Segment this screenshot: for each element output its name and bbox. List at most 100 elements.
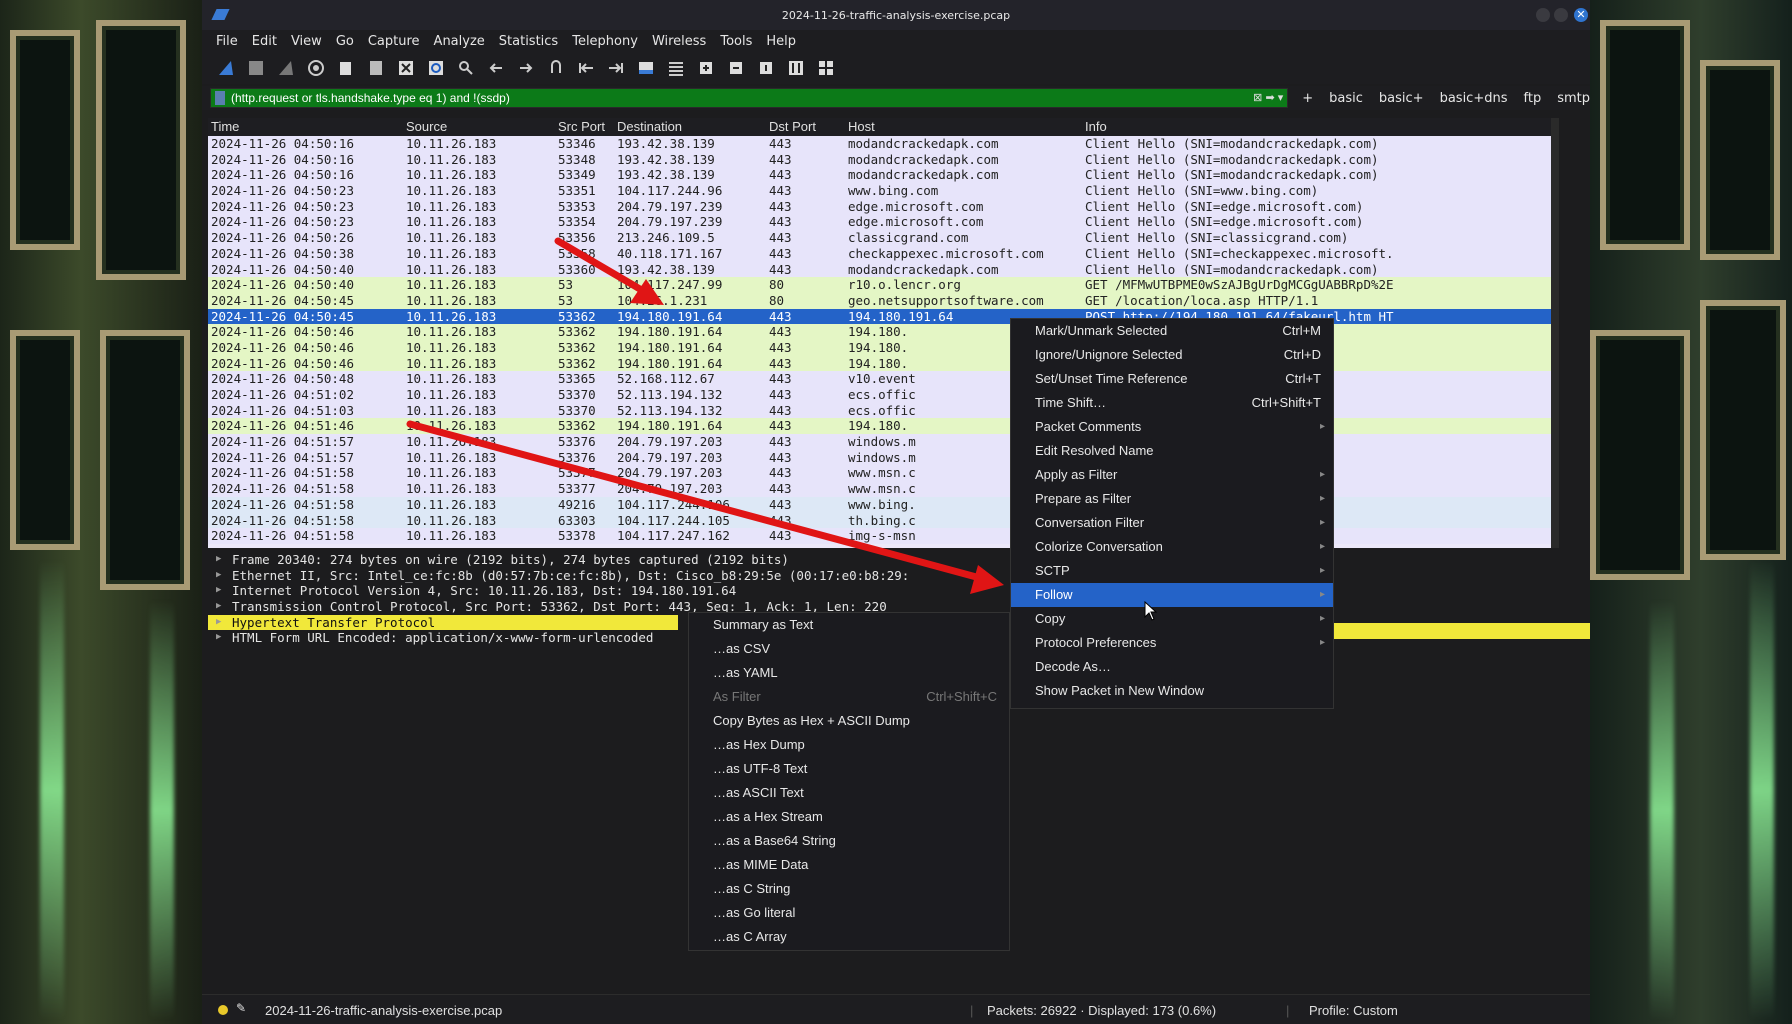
menu-item-ignore-unignore-selected[interactable]: Ignore/Unignore Selected Ctrl+D	[1011, 343, 1333, 367]
table-row[interactable]: 2024-11-26 04:51:02 10.11.26.183 53370 52.1…	[208, 387, 1551, 403]
menu-item-prepare-as-filter[interactable]: Prepare as Filter ▸	[1011, 487, 1333, 511]
menu-item-as-yaml[interactable]: …as YAML	[689, 661, 1009, 685]
menu-item-edit-resolved-name[interactable]: Edit Resolved Name	[1011, 439, 1333, 463]
menu-item-copy[interactable]: Copy ▸	[1011, 607, 1333, 631]
menu-item-packet-comments[interactable]: Packet Comments ▸	[1011, 415, 1333, 439]
filter-button-ftp[interactable]: ftp	[1524, 91, 1542, 106]
menu-item-apply-as-filter[interactable]: Apply as Filter ▸	[1011, 463, 1333, 487]
back-arrow-icon[interactable]	[484, 57, 508, 79]
menu-item-as-c-array[interactable]: …as C Array	[689, 925, 1009, 949]
find-icon[interactable]	[454, 57, 478, 79]
table-row[interactable]: 2024-11-26 04:51:57 10.11.26.183 53376 204.…	[208, 434, 1551, 450]
filter-button-basic[interactable]: basic	[1329, 91, 1363, 106]
minimize-button[interactable]	[1536, 8, 1550, 22]
menu-go[interactable]: Go	[330, 34, 362, 49]
table-row[interactable]: 2024-11-26 04:51:58 10.11.26.183 53378 104.…	[208, 528, 1551, 544]
menu-telephony[interactable]: Telephony	[566, 34, 646, 49]
colorize-icon[interactable]	[664, 57, 688, 79]
menu-wireless[interactable]: Wireless	[646, 34, 714, 49]
options-gear-icon[interactable]	[304, 57, 328, 79]
menu-item-as-hex-dump[interactable]: …as Hex Dump	[689, 733, 1009, 757]
table-row[interactable]: 2024-11-26 04:51:58 10.11.26.183 53377 204.…	[208, 481, 1551, 497]
detail-tree-item[interactable]: ▶ Ethernet II, Src: Intel_ce:fc:8b (d0:57…	[208, 568, 1588, 584]
column-time[interactable]: Time	[211, 119, 239, 134]
stop-icon[interactable]	[244, 57, 268, 79]
auto-scroll-icon[interactable]	[634, 57, 658, 79]
menu-item-follow[interactable]: Follow ▸	[1011, 583, 1333, 607]
column-dst-port[interactable]: Dst Port	[769, 119, 816, 134]
detail-tree-item[interactable]: ▶ Internet Protocol Version 4, Src: 10.11…	[208, 583, 1588, 599]
table-row[interactable]: 2024-11-26 04:50:23 10.11.26.183 53353 204.…	[208, 198, 1551, 215]
table-row[interactable]: 2024-11-26 04:50:23 10.11.26.183 53354 204.…	[208, 214, 1551, 231]
open-file-icon[interactable]	[334, 57, 358, 79]
menu-item-show-packet-in-new-window[interactable]: Show Packet in New Window	[1011, 679, 1333, 703]
table-row[interactable]: 2024-11-26 04:50:16 10.11.26.183 53346 193.…	[208, 136, 1551, 152]
packet-list-scrollbar[interactable]	[1551, 118, 1559, 548]
table-row[interactable]: 2024-11-26 04:50:26 10.11.26.183 53356 213.…	[208, 230, 1551, 246]
detail-tree-item[interactable]: ▶ Hypertext Transfer Protocol	[208, 614, 678, 631]
menu-item-sctp[interactable]: SCTP ▸	[1011, 559, 1333, 583]
filter-controls-icon[interactable]: ⊠ ➡ ▾	[1253, 91, 1283, 104]
table-row[interactable]: 2024-11-26 04:51:57 10.11.26.183 53376 204.…	[208, 449, 1551, 466]
bookmark-icon[interactable]	[215, 91, 225, 105]
column-source[interactable]: Source	[406, 119, 447, 134]
close-button[interactable]: ✕	[1574, 8, 1588, 22]
first-packet-icon[interactable]	[574, 57, 598, 79]
table-row[interactable]: 2024-11-26 04:50:46 10.11.26.183 53362 194.…	[208, 324, 1551, 340]
table-row[interactable]: 2024-11-26 04:50:40 10.11.26.183 53360 193.…	[208, 261, 1551, 278]
last-packet-icon[interactable]	[604, 57, 628, 79]
table-row[interactable]: 2024-11-26 04:50:16 10.11.26.183 53348 193.…	[208, 151, 1551, 168]
add-filter-button[interactable]: +	[1302, 91, 1313, 106]
expand-arrow-icon[interactable]: ▶	[216, 615, 221, 631]
menu-tools[interactable]: Tools	[714, 34, 760, 49]
table-row[interactable]: 2024-11-26 04:50:38 10.11.26.183 53358 40.1…	[208, 245, 1551, 262]
zoom-out-icon[interactable]	[724, 57, 748, 79]
menu-item-copy-bytes-as-hex-ascii-dump[interactable]: Copy Bytes as Hex + ASCII Dump	[689, 709, 1009, 733]
go-to-packet-icon[interactable]	[544, 57, 568, 79]
menu-file[interactable]: File	[210, 34, 246, 49]
table-row[interactable]: 2024-11-26 04:50:46 10.11.26.183 53362 194.…	[208, 339, 1551, 356]
column-destination[interactable]: Destination	[617, 119, 682, 134]
layout-icon[interactable]	[814, 57, 838, 79]
menu-capture[interactable]: Capture	[362, 34, 428, 49]
expand-arrow-icon[interactable]: ▶	[216, 568, 221, 584]
restart-icon[interactable]	[274, 57, 298, 79]
table-row[interactable]: 2024-11-26 04:51:58 10.11.26.183 53377 204.…	[208, 465, 1551, 482]
table-row-selected[interactable]: 2024-11-26 04:50:45 10.11.26.183 53362 194.…	[208, 308, 1551, 325]
close-file-icon[interactable]	[394, 57, 418, 79]
shark-fin-icon[interactable]	[214, 57, 238, 79]
expand-arrow-icon[interactable]: ▶	[216, 583, 221, 599]
menu-item-mark-unmark-selected[interactable]: Mark/Unmark Selected Ctrl+M	[1011, 319, 1333, 343]
table-row[interactable]: 2024-11-26 04:50:48 10.11.26.183 53365 52.1…	[208, 371, 1551, 387]
maximize-button[interactable]	[1554, 8, 1568, 22]
expand-arrow-icon[interactable]: ▶	[216, 599, 221, 615]
menu-item-as-go-literal[interactable]: …as Go literal	[689, 901, 1009, 925]
table-row[interactable]: 2024-11-26 04:50:40 10.11.26.183 53 104.117…	[208, 277, 1551, 293]
normal-size-icon[interactable]	[754, 57, 778, 79]
detail-tree-item[interactable]: ▶ Frame 20340: 274 bytes on wire (2192 bi…	[208, 552, 1588, 568]
menu-item-as-ascii-text[interactable]: …as ASCII Text	[689, 781, 1009, 805]
table-row[interactable]: 2024-11-26 04:51:03 10.11.26.183 53370 52.1…	[208, 402, 1551, 419]
forward-arrow-icon[interactable]	[514, 57, 538, 79]
menu-edit[interactable]: Edit	[246, 34, 285, 49]
column-host[interactable]: Host	[848, 119, 875, 134]
table-row[interactable]: 2024-11-26 04:50:16 10.11.26.183 53349 193.…	[208, 167, 1551, 184]
status-profile[interactable]: Profile: Custom	[1309, 1003, 1398, 1018]
menu-item-time-shift[interactable]: Time Shift… Ctrl+Shift+T	[1011, 391, 1333, 415]
menu-item-summary-as-text[interactable]: Summary as Text	[689, 613, 1009, 637]
expert-info-icon[interactable]	[218, 1005, 228, 1015]
table-row[interactable]: 2024-11-26 04:50:45 10.11.26.183 53 104.26.…	[208, 292, 1551, 309]
reload-icon[interactable]	[424, 57, 448, 79]
menu-item-as-a-hex-stream[interactable]: …as a Hex Stream	[689, 805, 1009, 829]
expand-arrow-icon[interactable]: ▶	[216, 630, 221, 646]
menu-item-as-mime-data[interactable]: …as MIME Data	[689, 853, 1009, 877]
table-row[interactable]: 2024-11-26 04:51:58 10.11.26.183 63303 104.…	[208, 512, 1551, 529]
table-row[interactable]: 2024-11-26 04:50:23 10.11.26.183 53351 104.…	[208, 183, 1551, 199]
table-row[interactable]: 2024-11-26 04:50:46 10.11.26.183 53362 194.…	[208, 355, 1551, 372]
menu-item-as-c-string[interactable]: …as C String	[689, 877, 1009, 901]
menu-item-set-unset-time-reference[interactable]: Set/Unset Time Reference Ctrl+T	[1011, 367, 1333, 391]
menu-analyze[interactable]: Analyze	[428, 34, 493, 49]
column-info[interactable]: Info	[1085, 119, 1107, 134]
menu-help[interactable]: Help	[760, 34, 804, 49]
menu-statistics[interactable]: Statistics	[493, 34, 566, 49]
